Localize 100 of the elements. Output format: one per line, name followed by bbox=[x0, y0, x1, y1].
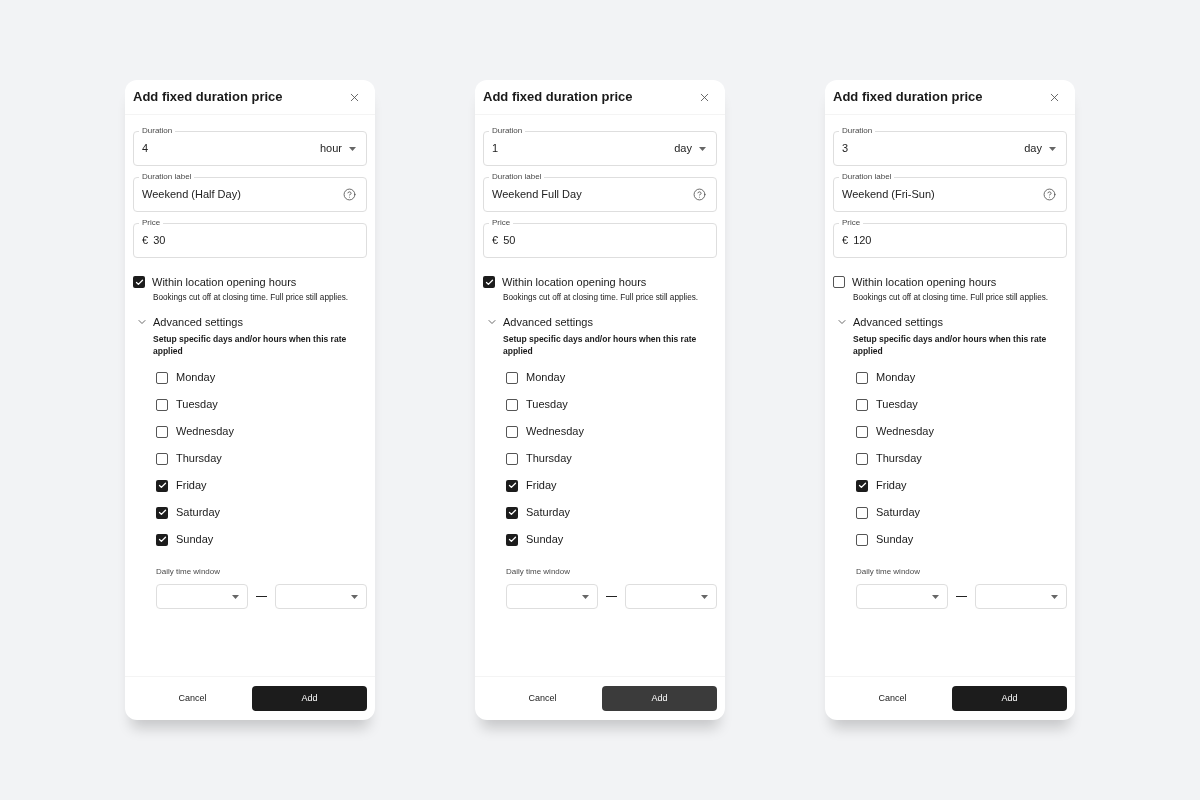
field-label: Price bbox=[489, 218, 514, 228]
field-value: 1 bbox=[492, 141, 500, 157]
field-label: Duration label bbox=[139, 172, 195, 182]
checkbox-label: Within location opening hours bbox=[852, 274, 997, 290]
caret-icon bbox=[351, 594, 358, 599]
day-label: Thursday bbox=[176, 451, 222, 467]
day-label: Saturday bbox=[876, 505, 921, 521]
currency-symbol: € bbox=[842, 233, 849, 249]
dash-icon bbox=[956, 595, 967, 598]
checkbox[interactable] bbox=[506, 506, 518, 519]
currency-symbol: € bbox=[492, 233, 499, 249]
add-button[interactable]: Add bbox=[952, 686, 1067, 711]
checkbox[interactable] bbox=[156, 533, 168, 546]
field-label: Duration label bbox=[839, 172, 895, 182]
field-value: 4 bbox=[142, 141, 150, 157]
checkbox-label: Within location opening hours bbox=[152, 274, 297, 290]
description-text: Setup specific days and/or hours when this rate applied bbox=[503, 333, 698, 357]
checkbox[interactable] bbox=[856, 371, 868, 384]
time-window-label: Daily time window bbox=[156, 567, 221, 577]
dash-icon bbox=[606, 595, 617, 598]
checkbox[interactable] bbox=[856, 506, 868, 519]
cancel-button[interactable]: Cancel bbox=[528, 691, 557, 706]
field-value: 120 bbox=[853, 233, 873, 249]
day-label: Saturday bbox=[176, 505, 221, 521]
checkbox[interactable] bbox=[156, 398, 168, 411]
advanced-settings-toggle[interactable]: Advanced settings bbox=[836, 315, 943, 329]
day-label: Friday bbox=[876, 478, 907, 494]
checkbox[interactable] bbox=[506, 479, 518, 492]
field-label: Duration bbox=[489, 126, 526, 136]
help-icon[interactable] bbox=[693, 188, 706, 201]
add-button[interactable]: Add bbox=[602, 686, 717, 711]
checkbox[interactable] bbox=[833, 276, 845, 288]
checkbox[interactable] bbox=[856, 479, 868, 492]
day-label: Sunday bbox=[526, 532, 564, 548]
day-label: Tuesday bbox=[526, 397, 568, 413]
dialog-title: Add fixed duration price bbox=[483, 88, 633, 107]
hint-text: Bookings cut off at closing time. Full price still applies. bbox=[503, 292, 699, 303]
dialog-title: Add fixed duration price bbox=[133, 88, 283, 107]
checkbox[interactable] bbox=[856, 398, 868, 411]
field-label: Price bbox=[139, 218, 164, 228]
field-value: Weekend (Fri-Sun) bbox=[842, 187, 936, 203]
field-value: 3 bbox=[842, 141, 850, 157]
checkbox[interactable] bbox=[506, 425, 518, 438]
caret-icon bbox=[932, 594, 939, 599]
field-value: 30 bbox=[153, 233, 167, 249]
day-label: Monday bbox=[176, 370, 216, 386]
cancel-button[interactable]: Cancel bbox=[878, 691, 907, 706]
help-icon[interactable] bbox=[343, 188, 356, 201]
checkbox[interactable] bbox=[156, 425, 168, 438]
caret-icon bbox=[699, 146, 706, 151]
caret-icon bbox=[349, 146, 356, 151]
checkbox[interactable] bbox=[506, 533, 518, 546]
time-window-label: Daily time window bbox=[856, 567, 921, 577]
checkbox[interactable] bbox=[506, 371, 518, 384]
day-label: Sunday bbox=[176, 532, 214, 548]
unit-dropdown[interactable]: day bbox=[1024, 140, 1056, 157]
checkbox[interactable] bbox=[156, 371, 168, 384]
day-label: Tuesday bbox=[876, 397, 918, 413]
day-label: Monday bbox=[876, 370, 916, 386]
advanced-settings-toggle[interactable]: Advanced settings bbox=[486, 315, 593, 329]
day-label: Sunday bbox=[876, 532, 914, 548]
day-label: Thursday bbox=[526, 451, 572, 467]
caret-icon bbox=[1051, 594, 1058, 599]
checkbox[interactable] bbox=[856, 425, 868, 438]
dialog-title: Add fixed duration price bbox=[833, 88, 983, 107]
caret-icon bbox=[701, 594, 708, 599]
day-label: Wednesday bbox=[876, 424, 934, 440]
field-value: Weekend Full Day bbox=[492, 187, 583, 203]
currency-symbol: € bbox=[142, 233, 149, 249]
unit-dropdown[interactable]: day bbox=[674, 140, 706, 157]
day-label: Saturday bbox=[526, 505, 571, 521]
hint-text: Bookings cut off at closing time. Full price still applies. bbox=[153, 292, 349, 303]
dash-icon bbox=[256, 595, 267, 598]
checkbox[interactable] bbox=[856, 533, 868, 546]
add-button[interactable]: Add bbox=[252, 686, 367, 711]
field-label: Duration bbox=[839, 126, 876, 136]
caret-icon bbox=[232, 594, 239, 599]
checkbox[interactable] bbox=[156, 479, 168, 492]
checkbox[interactable] bbox=[133, 276, 145, 288]
advanced-settings-toggle[interactable]: Advanced settings bbox=[136, 315, 243, 329]
field-value: Weekend (Half Day) bbox=[142, 187, 242, 203]
day-label: Tuesday bbox=[176, 397, 218, 413]
cancel-button[interactable]: Cancel bbox=[178, 691, 207, 706]
checkbox[interactable] bbox=[156, 506, 168, 519]
checkbox[interactable] bbox=[506, 452, 518, 465]
checkbox[interactable] bbox=[856, 452, 868, 465]
time-window-label: Daily time window bbox=[506, 567, 571, 577]
caret-icon bbox=[1049, 146, 1056, 151]
unit-dropdown[interactable]: hour bbox=[319, 140, 356, 157]
checkbox[interactable] bbox=[156, 452, 168, 465]
day-label: Wednesday bbox=[176, 424, 234, 440]
day-label: Friday bbox=[176, 478, 207, 494]
description-text: Setup specific days and/or hours when this rate applied bbox=[853, 333, 1048, 357]
help-icon[interactable] bbox=[1043, 188, 1056, 201]
checkbox[interactable] bbox=[483, 276, 495, 288]
day-label: Wednesday bbox=[526, 424, 584, 440]
field-label: Duration bbox=[139, 126, 176, 136]
checkbox[interactable] bbox=[506, 398, 518, 411]
day-label: Thursday bbox=[876, 451, 922, 467]
day-label: Monday bbox=[526, 370, 566, 386]
